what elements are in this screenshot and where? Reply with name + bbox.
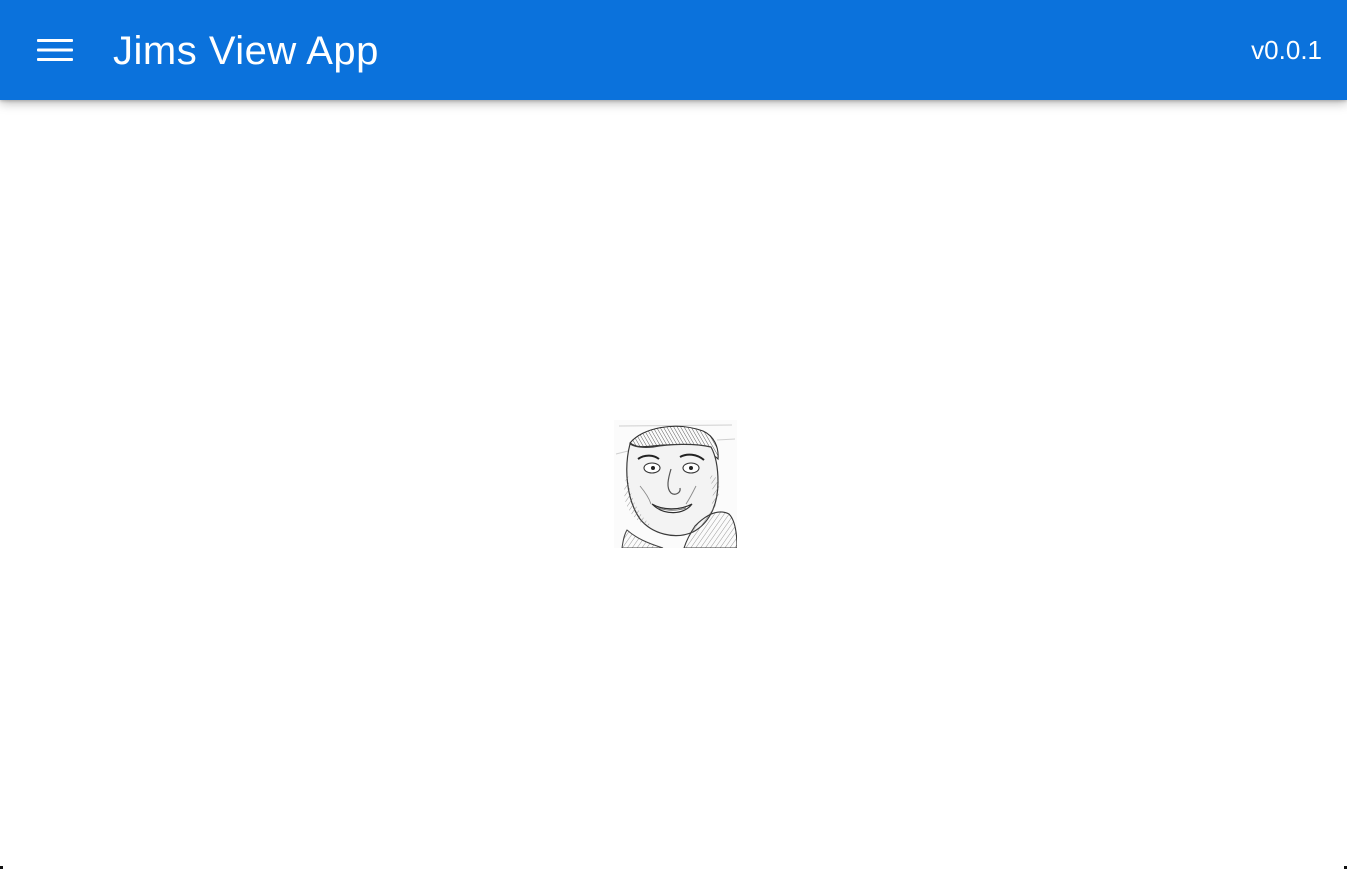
main-content <box>0 100 1347 869</box>
app-window: Jims View App v0.0.1 <box>0 0 1347 869</box>
app-bar: Jims View App v0.0.1 <box>0 0 1347 100</box>
app-title: Jims View App <box>113 29 379 73</box>
hamburger-menu-icon <box>37 39 73 61</box>
menu-button[interactable] <box>24 26 86 74</box>
sketch-portrait-image <box>614 420 737 548</box>
version-label: v0.0.1 <box>1251 35 1322 65</box>
